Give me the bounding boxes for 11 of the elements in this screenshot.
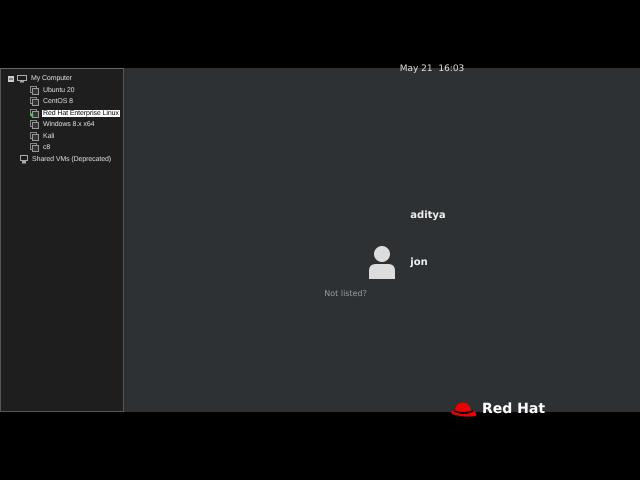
user-name[interactable]: aditya [410,210,446,221]
user-name[interactable]: jon [410,256,428,268]
user-avatar-icon[interactable] [368,245,396,279]
monitor-icon [17,74,27,83]
shared-icon [20,154,28,164]
hat-logo-icon [449,400,479,418]
clock: May 21 16:03 [400,64,464,74]
brand-name: Red Hat [482,401,546,417]
collapse-icon[interactable] [8,76,14,82]
vm-icon [30,108,39,118]
not-listed-link[interactable]: Not listed? [324,289,367,298]
